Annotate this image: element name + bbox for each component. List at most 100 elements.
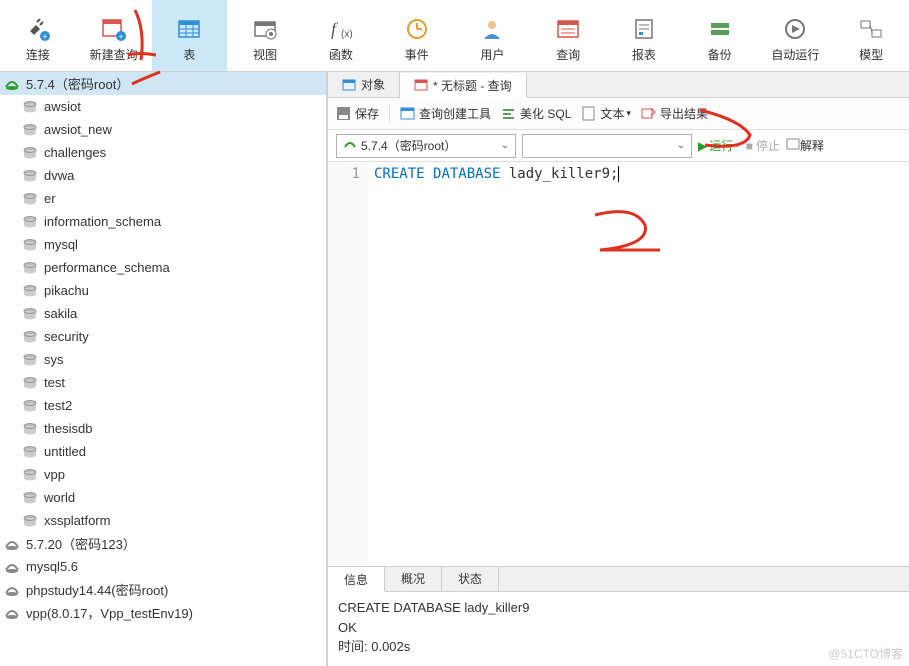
output-tab-profile[interactable]: 概况 (385, 566, 442, 591)
database-item[interactable]: vpp (0, 463, 326, 486)
output-tab-status[interactable]: 状态 (442, 566, 499, 591)
builder-icon (400, 106, 416, 122)
database-item[interactable]: awsiot_new (0, 118, 326, 141)
new-query-icon: + (98, 14, 130, 44)
output-tabbar: 信息 概况 状态 (328, 566, 909, 592)
query-small-icon (414, 78, 428, 92)
database-item[interactable]: test2 (0, 394, 326, 417)
database-icon (22, 168, 38, 184)
svg-text:f: f (331, 19, 339, 39)
sql-editor[interactable]: 1 CREATE DATABASE lady_killer9; (328, 162, 909, 566)
database-item[interactable]: challenges (0, 141, 326, 164)
database-item[interactable]: information_schema (0, 210, 326, 233)
database-item[interactable]: test (0, 371, 326, 394)
toolbar-new-query[interactable]: + 新建查询 (76, 0, 152, 71)
output-line: CREATE DATABASE lady_killer9 (338, 598, 899, 618)
export-icon (641, 106, 657, 122)
svg-text:+: + (43, 32, 48, 41)
database-icon (22, 122, 38, 138)
toolbar-function[interactable]: f(x) 函数 (303, 0, 379, 71)
chevron-down-icon: ⌄ (677, 140, 685, 151)
database-icon (22, 513, 38, 529)
toolbar-model[interactable]: 模型 (833, 0, 909, 71)
output-tab-info[interactable]: 信息 (328, 567, 385, 592)
database-item[interactable]: xssplatform (0, 509, 326, 532)
database-icon (22, 99, 38, 115)
code-area[interactable]: CREATE DATABASE lady_killer9; (368, 162, 619, 566)
toolbar-event[interactable]: 事件 (379, 0, 455, 71)
save-button[interactable]: 保存 (336, 105, 379, 122)
database-icon (22, 398, 38, 414)
toolbar-view[interactable]: 视图 (227, 0, 303, 71)
dropdown-arrow-icon: ▾ (626, 108, 631, 119)
database-item[interactable]: dvwa (0, 164, 326, 187)
line-gutter: 1 (328, 162, 368, 566)
toolbar-table[interactable]: 表 (152, 0, 228, 71)
database-label: security (44, 329, 89, 344)
tab-query-untitled[interactable]: * 无标题 - 查询 (400, 73, 527, 98)
query-toolbar: 保存 查询创建工具 美化 SQL 文本▾ 导出结果 (328, 98, 909, 130)
connection-select[interactable]: 5.7.4（密码root） ⌄ (336, 134, 516, 158)
database-label: awsiot_new (44, 122, 112, 137)
query-icon (552, 14, 584, 44)
connection-3[interactable]: phpstudy14.44(密码root) (0, 578, 326, 601)
database-label: performance_schema (44, 260, 170, 275)
toolbar-autorun[interactable]: 自动运行 (758, 0, 834, 71)
toolbar-connection[interactable]: + 连接 (0, 0, 76, 71)
mysql-conn-icon (4, 605, 20, 621)
connection-1[interactable]: 5.7.20（密码123） (0, 532, 326, 555)
output-line: OK (338, 618, 899, 638)
database-item[interactable]: sakila (0, 302, 326, 325)
database-icon (22, 444, 38, 460)
database-item[interactable]: mysql (0, 233, 326, 256)
main-toolbar: + 连接 + 新建查询 表 视图 f(x) 函数 事件 用户 查询 报表 备份 … (0, 0, 909, 72)
connection-0[interactable]: 5.7.4（密码root） (0, 72, 326, 95)
toolbar-report[interactable]: 报表 (606, 0, 682, 71)
database-label: vpp (44, 467, 65, 482)
stop-icon: ■ (746, 139, 753, 153)
toolbar-query[interactable]: 查询 (530, 0, 606, 71)
connection-label: mysql5.6 (26, 559, 78, 574)
database-item[interactable]: thesisdb (0, 417, 326, 440)
database-item[interactable]: awsiot (0, 95, 326, 118)
explain-button[interactable]: 解释 (786, 137, 824, 154)
database-item[interactable]: performance_schema (0, 256, 326, 279)
text-button[interactable]: 文本▾ (581, 105, 631, 122)
svg-text:+: + (118, 32, 123, 41)
run-button[interactable]: ▶运行▾ (698, 137, 740, 154)
database-label: awsiot (44, 99, 81, 114)
mysql-conn-icon (4, 559, 20, 575)
toolbar-backup[interactable]: 备份 (682, 0, 758, 71)
database-icon (22, 490, 38, 506)
stop-button[interactable]: ■停止 (746, 137, 780, 154)
database-label: thesisdb (44, 421, 92, 436)
database-item[interactable]: untitled (0, 440, 326, 463)
database-label: sys (44, 352, 64, 367)
query-builder-button[interactable]: 查询创建工具 (400, 105, 491, 122)
database-label: untitled (44, 444, 86, 459)
connection-selector-row: 5.7.4（密码root） ⌄ ⌄ ▶运行▾ ■停止 解释 (328, 130, 909, 162)
database-item[interactable]: world (0, 486, 326, 509)
database-icon (22, 329, 38, 345)
database-item[interactable]: pikachu (0, 279, 326, 302)
tab-objects[interactable]: 对象 (328, 72, 400, 97)
connection-tree[interactable]: 5.7.4（密码root） awsiot awsiot_new challengesd… (0, 72, 327, 666)
toolbar-user[interactable]: 用户 (455, 0, 531, 71)
database-item[interactable]: er (0, 187, 326, 210)
database-label: xssplatform (44, 513, 110, 528)
connection-2[interactable]: mysql5.6 (0, 555, 326, 578)
table-small-icon (342, 78, 356, 92)
chevron-down-icon: ⌄ (501, 140, 509, 151)
database-item[interactable]: sys (0, 348, 326, 371)
database-label: er (44, 191, 56, 206)
database-item[interactable]: security (0, 325, 326, 348)
connection-4[interactable]: vpp(8.0.17，Vpp_testEnv19) (0, 601, 326, 624)
database-icon (22, 375, 38, 391)
export-result-button[interactable]: 导出结果 (641, 105, 708, 122)
clock-icon (401, 14, 433, 44)
database-select[interactable]: ⌄ (522, 134, 692, 158)
fx-icon: f(x) (325, 14, 357, 44)
beautify-sql-button[interactable]: 美化 SQL (501, 105, 571, 122)
autorun-icon (779, 14, 811, 44)
watermark: @51CTO博客 (828, 645, 903, 662)
